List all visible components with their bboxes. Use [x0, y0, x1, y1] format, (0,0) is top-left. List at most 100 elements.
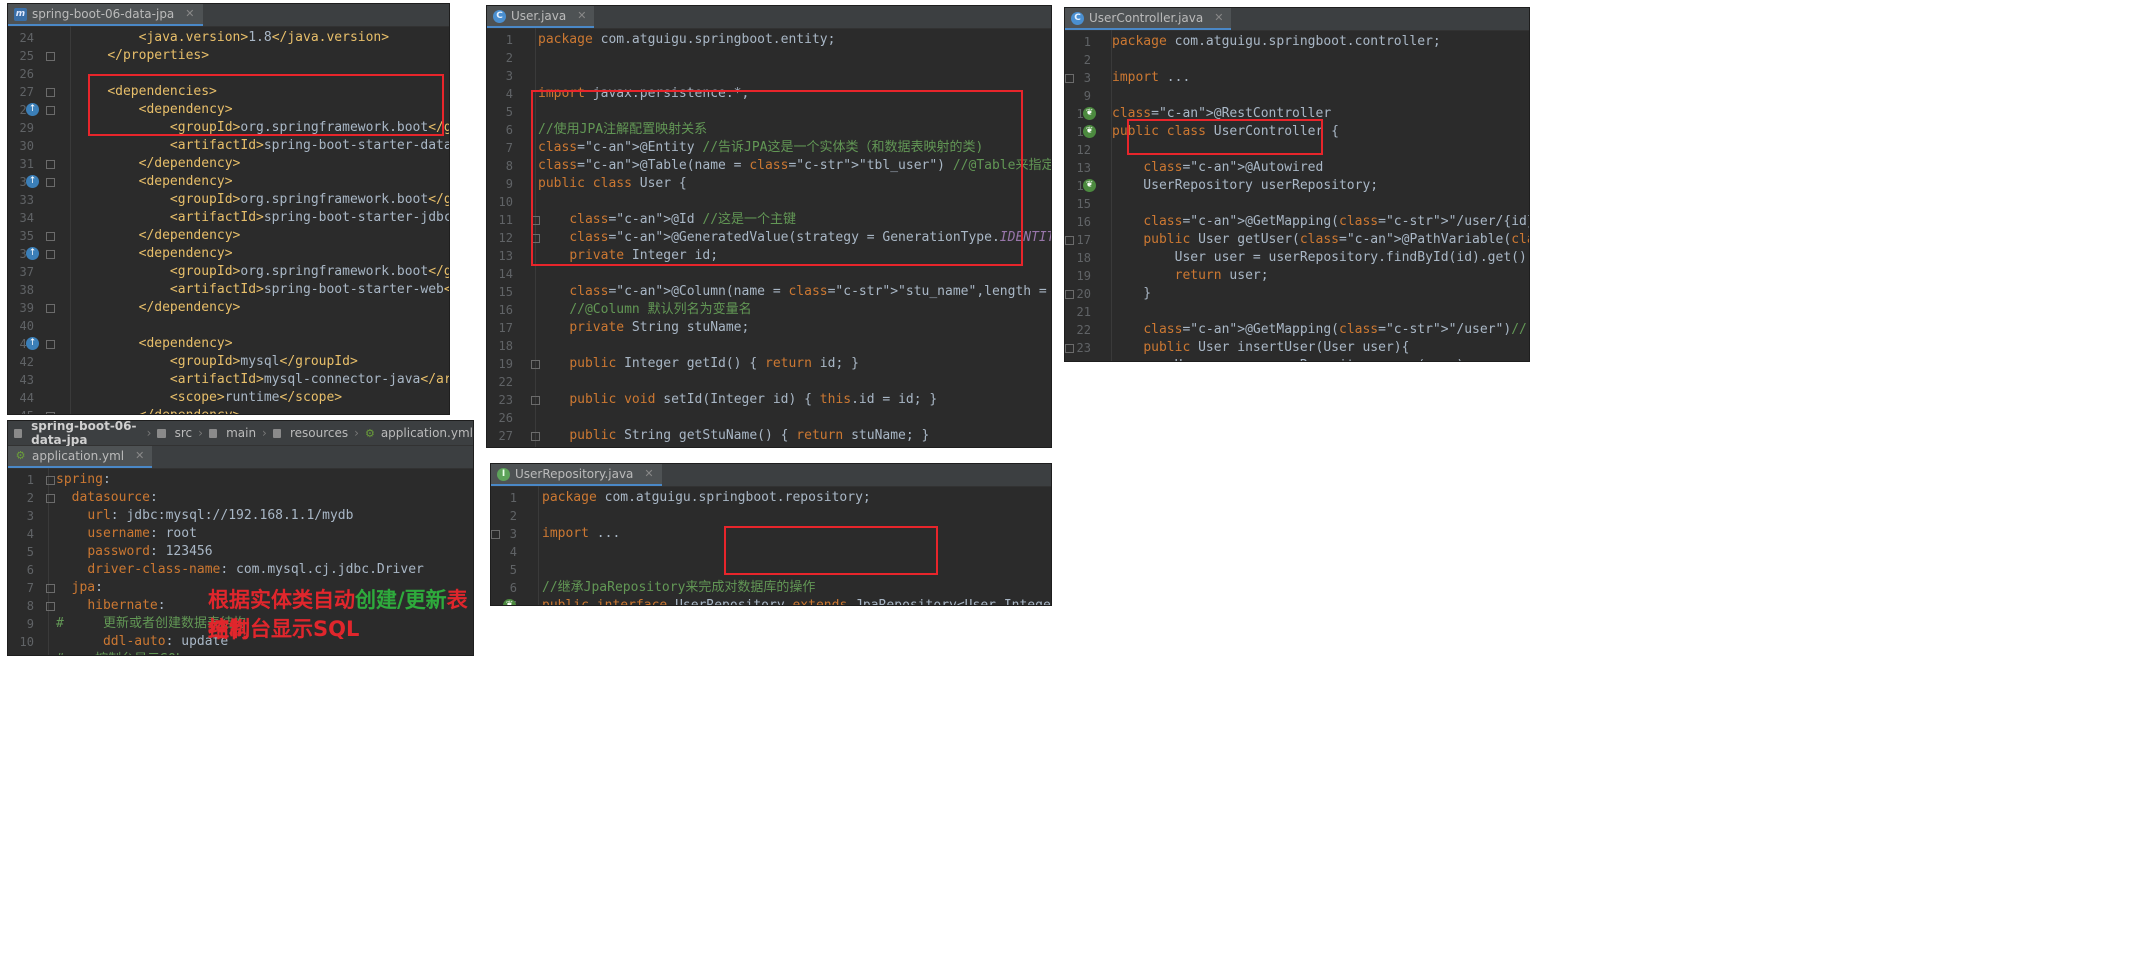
close-icon[interactable]: ✕	[1214, 8, 1223, 29]
code-line[interactable]: 19 return user;	[1065, 267, 1529, 285]
code-line[interactable]: 2 datasource:	[8, 489, 473, 507]
code-line[interactable]: 15 class="c-an">@Column(name = class="c-…	[487, 283, 1051, 301]
fold-marker-icon[interactable]	[1065, 236, 1074, 245]
fold-marker-icon[interactable]	[46, 584, 55, 593]
fold-marker-icon[interactable]	[46, 602, 55, 611]
tab-application-yml[interactable]: ⚙ application.yml ✕	[8, 445, 153, 468]
code-line[interactable]: 18 User user = userRepository.findById(i…	[1065, 249, 1529, 267]
tab-user-controller[interactable]: C UserController.java ✕	[1065, 8, 1232, 30]
code-line[interactable]: 41 <dependency>↑	[8, 335, 449, 353]
tab-pom[interactable]: m spring-boot-06-data-jpa ✕	[8, 4, 203, 26]
code-line[interactable]: 27 public String getStuName() { return s…	[487, 427, 1051, 445]
code-line[interactable]: 38 <artifactId>spring-boot-starter-web</…	[8, 281, 449, 299]
code-line[interactable]: 11 # 控制台显示SQL	[8, 651, 473, 655]
code-line[interactable]: 6 driver-class-name: com.mysql.cj.jdbc.D…	[8, 561, 473, 579]
code-line[interactable]: 32 <dependency>↑	[8, 173, 449, 191]
tab-user-repository[interactable]: I UserRepository.java ✕	[491, 464, 662, 486]
fold-marker-icon[interactable]	[46, 494, 55, 503]
code-line[interactable]: 2	[487, 49, 1051, 67]
gutter-bean-icon[interactable]: ↑	[26, 103, 39, 116]
code-line[interactable]: 30	[487, 445, 1051, 447]
fold-marker-icon[interactable]	[46, 476, 55, 485]
fold-marker-icon[interactable]	[46, 250, 55, 259]
code-line[interactable]: 25 </properties>	[8, 47, 449, 65]
code-line[interactable]: 17 private String stuName;	[487, 319, 1051, 337]
code-line[interactable]: 30 <artifactId>spring-boot-starter-data-…	[8, 137, 449, 155]
code-line[interactable]: 19 public Integer getId() { return id; }	[487, 355, 1051, 373]
gutter-bean-icon[interactable]: ↑	[26, 247, 39, 260]
code-line[interactable]: 22 class="c-an">@GetMapping(class="c-str…	[1065, 321, 1529, 339]
gutter-bean-icon[interactable]: ❦	[1083, 179, 1096, 192]
code-line[interactable]: 18	[487, 337, 1051, 355]
code-line[interactable]: 33 <groupId>org.springframework.boot</gr…	[8, 191, 449, 209]
code-line[interactable]: 6 //继承JpaRepository来完成对数据库的操作	[491, 579, 1051, 597]
code-line[interactable]: 1 spring:	[8, 471, 473, 489]
fold-marker-icon[interactable]	[1065, 290, 1074, 299]
close-icon[interactable]: ✕	[135, 445, 144, 467]
code-line[interactable]: 45 </dependency>	[8, 407, 449, 414]
code-line[interactable]: 7public interface UserRepository extends…	[491, 597, 1051, 605]
fold-marker-icon[interactable]	[46, 160, 55, 169]
code-line[interactable]: 16 class="c-an">@GetMapping(class="c-str…	[1065, 213, 1529, 231]
code-line[interactable]: 44 <scope>runtime</scope>	[8, 389, 449, 407]
gutter-bean-icon[interactable]: ↑	[26, 337, 39, 350]
code-line[interactable]: 17 public User getUser(class="c-an">@Pat…	[1065, 231, 1529, 249]
fold-marker-icon[interactable]	[531, 396, 540, 405]
close-icon[interactable]: ✕	[644, 464, 653, 485]
gutter-bean-icon[interactable]: ❦	[503, 599, 516, 605]
fold-marker-icon[interactable]	[46, 88, 55, 97]
breadcrumb-src[interactable]: src	[175, 426, 193, 440]
code-line[interactable]: 16 //@Column 默认列名为变量名	[487, 301, 1051, 319]
fold-marker-icon[interactable]	[46, 232, 55, 241]
tab-user-java[interactable]: C User.java ✕	[487, 6, 595, 28]
code-line[interactable]: 35 </dependency>	[8, 227, 449, 245]
code-line[interactable]: 5 password: 123456	[8, 543, 473, 561]
code-line[interactable]: 1 package com.atguigu.springboot.reposito…	[491, 489, 1051, 507]
code-line[interactable]: 3 url: jdbc:mysql://192.168.1.1/mydb	[8, 507, 473, 525]
fold-marker-icon[interactable]	[491, 530, 500, 539]
breadcrumb-main[interactable]: main	[226, 426, 256, 440]
breadcrumb-resources[interactable]: resources	[290, 426, 348, 440]
code-line[interactable]: 24 User save = userRepository.save(user)…	[1065, 357, 1529, 361]
fold-marker-icon[interactable]	[1065, 344, 1074, 353]
code-line[interactable]: 20 }	[1065, 285, 1529, 303]
code-line[interactable]: 2	[1065, 51, 1529, 69]
fold-marker-icon[interactable]	[46, 106, 55, 115]
code-line[interactable]: 14 UserRepository userRepository;❦	[1065, 177, 1529, 195]
code-line[interactable]: 1 package com.atguigu.springboot.controll…	[1065, 33, 1529, 51]
code-line[interactable]: 22	[487, 373, 1051, 391]
code-line[interactable]: 14	[487, 265, 1051, 283]
gutter-bean-icon[interactable]: ↑	[26, 175, 39, 188]
code-line[interactable]: 2	[491, 507, 1051, 525]
code-line[interactable]: 31 </dependency>	[8, 155, 449, 173]
code-line[interactable]: 9	[1065, 87, 1529, 105]
fold-marker-icon[interactable]	[1065, 74, 1074, 83]
code-line[interactable]: 23 public User insertUser(User user){	[1065, 339, 1529, 357]
gutter-bean-icon[interactable]: ❦	[1083, 107, 1096, 120]
code-line[interactable]: 21	[1065, 303, 1529, 321]
code-line[interactable]: 34 <artifactId>spring-boot-starter-jdbc<…	[8, 209, 449, 227]
code-line[interactable]: 4 username: root	[8, 525, 473, 543]
fold-marker-icon[interactable]	[46, 304, 55, 313]
code-line[interactable]: 40	[8, 317, 449, 335]
close-icon[interactable]: ✕	[577, 6, 586, 27]
code-line[interactable]: 13 class="c-an">@Autowired	[1065, 159, 1529, 177]
code-line[interactable]: 24 <java.version>1.8</java.version>	[8, 29, 449, 47]
code-line[interactable]: 42 <groupId>mysql</groupId>	[8, 353, 449, 371]
code-line[interactable]: 3	[487, 67, 1051, 85]
controller-code-area[interactable]: 1 package com.atguigu.springboot.controll…	[1065, 33, 1529, 361]
fold-marker-icon[interactable]	[46, 52, 55, 61]
gutter-bean-icon[interactable]: ❦	[1083, 125, 1096, 138]
fold-marker-icon[interactable]	[46, 412, 55, 414]
breadcrumb-file[interactable]: application.yml	[381, 426, 473, 440]
code-line[interactable]: 15	[1065, 195, 1529, 213]
fold-marker-icon[interactable]	[46, 340, 55, 349]
code-line[interactable]: 3 import ...	[1065, 69, 1529, 87]
code-line[interactable]: 36 <dependency>↑	[8, 245, 449, 263]
close-icon[interactable]: ✕	[185, 4, 194, 25]
code-line[interactable]: 39 </dependency>	[8, 299, 449, 317]
code-line[interactable]: 37 <groupId>org.springframework.boot</gr…	[8, 263, 449, 281]
code-line[interactable]: 43 <artifactId>mysql-connector-java</art…	[8, 371, 449, 389]
code-line[interactable]: 1 package com.atguigu.springboot.entity;	[487, 31, 1051, 49]
code-line[interactable]: 23 public void setId(Integer id) { this.…	[487, 391, 1051, 409]
